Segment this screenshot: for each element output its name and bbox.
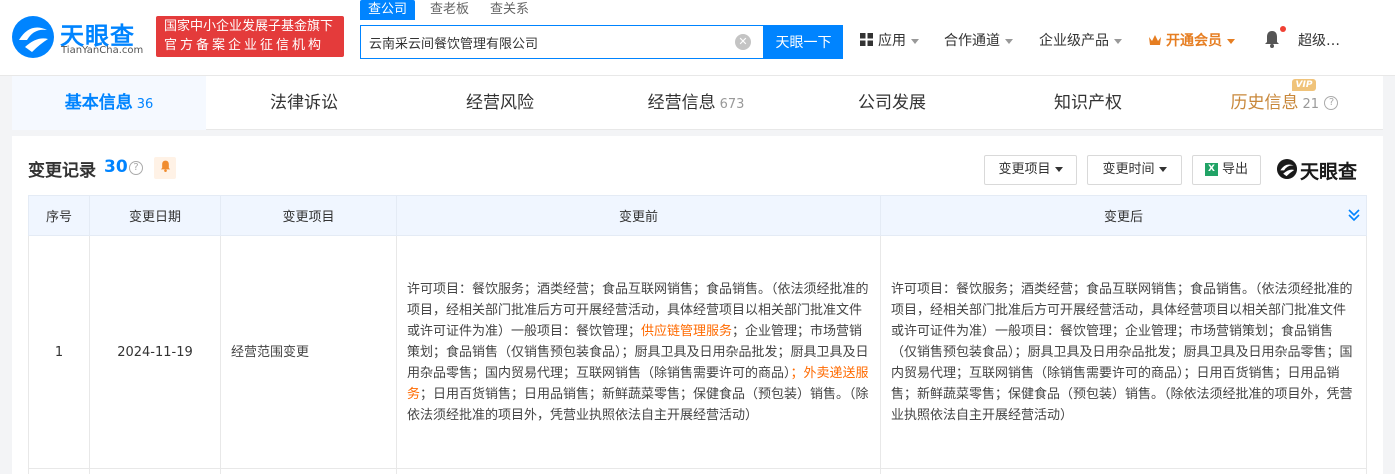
change-record-card: 变更记录 30 ? 变更项目 变更时间 X 导出 天眼查 序号 变更日期 变更项… (12, 136, 1383, 474)
before-text: ；日用百货销售；日用品销售；新鲜蔬菜零售；保健食品（预包装）销售。（除依法须经批… (407, 386, 869, 423)
grid-icon (860, 33, 873, 46)
tab-count: 36 (136, 97, 154, 112)
nav-apps[interactable]: 应用 (860, 30, 919, 52)
bell-icon (1265, 31, 1279, 48)
tab-count: 21 (1302, 97, 1320, 112)
nav-channels[interactable]: 合作通道 (944, 30, 1013, 52)
search-box: ✕ (360, 25, 764, 59)
filter-item-label: 变更项目 (998, 162, 1051, 177)
tab-label: 基本信息 (64, 93, 133, 113)
tab-label: 法律诉讼 (270, 93, 338, 113)
removed-highlight: 供应链管理服务 (641, 323, 733, 339)
cell-empty (880, 468, 1367, 474)
filter-item-dropdown[interactable]: 变更项目 (984, 155, 1077, 185)
col-header-item: 变更项目 (220, 195, 397, 236)
col-header-after-label: 变更后 (1103, 210, 1143, 225)
logo-subtitle: TianYanCha.com (61, 45, 144, 56)
tab-legal[interactable]: 法律诉讼 (206, 76, 402, 130)
chevron-down-icon (1227, 38, 1235, 44)
export-button[interactable]: X 导出 (1192, 155, 1261, 185)
table-header-row: 序号 变更日期 变更项目 变更前 变更后 (28, 195, 1367, 236)
search-tab-company[interactable]: 查公司 (360, 0, 416, 20)
user-menu[interactable]: 超级… (1298, 30, 1340, 52)
clear-icon[interactable]: ✕ (735, 34, 751, 50)
tab-ip[interactable]: 知识产权 (990, 76, 1186, 130)
filter-time-dropdown[interactable]: 变更时间 (1087, 155, 1182, 185)
nav-enterprise[interactable]: 企业级产品 (1039, 30, 1122, 52)
section-tabbar: 基本信息 36 法律诉讼 经营风险 经营信息 673 公司发展 知识产权 历史信息 2… (12, 76, 1383, 130)
tab-count: 673 (719, 97, 745, 112)
subscribe-bell-icon[interactable] (154, 157, 176, 179)
chevron-down-icon (1005, 38, 1013, 44)
tab-basic-info[interactable]: 基本信息 36 (12, 76, 206, 130)
tab-label: 历史信息 (1230, 93, 1299, 113)
badge-line-1: 国家中小企业发展子基金旗下 (164, 19, 334, 34)
cell-empty (220, 468, 397, 474)
chevron-down-icon (1158, 167, 1167, 172)
cell-after: 许可项目：餐饮服务；酒类经营；食品互联网销售；食品销售。（依法须经批准的项目，经… (880, 235, 1367, 469)
nav-enterprise-label: 企业级产品 (1039, 33, 1109, 49)
cell-empty (89, 468, 221, 474)
tab-label: 经营风险 (466, 93, 534, 113)
notification-button[interactable] (1264, 30, 1280, 52)
section-count: 30 (104, 157, 128, 177)
col-header-after: 变更后 (880, 195, 1367, 236)
col-header-before: 变更前 (396, 195, 881, 236)
table-row (28, 468, 1367, 474)
search-button[interactable]: 天眼一下 (764, 25, 843, 59)
nav-vip-label: 开通会员 (1166, 33, 1222, 49)
tianyancha-logo-icon (12, 16, 54, 58)
chevron-down-icon (1054, 167, 1063, 172)
tianyancha-logo-icon (1276, 158, 1298, 180)
tab-label: 知识产权 (1054, 93, 1122, 113)
cell-date: 2024-11-19 (89, 235, 221, 469)
nav-vip[interactable]: 开通会员 (1148, 30, 1235, 52)
search-tab-boss[interactable]: 查老板 (430, 0, 469, 20)
user-name: 超级… (1298, 33, 1340, 49)
official-badge: 国家中小企业发展子基金旗下 官方备案企业征信机构 (156, 16, 344, 57)
tab-label: 经营信息 (647, 93, 716, 113)
tab-history[interactable]: 历史信息 21 ? (1186, 76, 1383, 130)
table-row: 1 2024-11-19 经营范围变更 许可项目：餐饮服务；酒类经营；食品互联网… (28, 235, 1367, 469)
export-label: 导出 (1221, 162, 1248, 177)
cell-item: 经营范围变更 (220, 235, 397, 469)
nav-channels-label: 合作通道 (944, 33, 1000, 49)
search-input[interactable] (369, 26, 729, 58)
vip-tag: VIP (1292, 79, 1316, 91)
filter-time-label: 变更时间 (1102, 162, 1155, 177)
brand-text: 天眼查 (1300, 161, 1358, 183)
logo[interactable]: 天眼查 TianYanCha.com (10, 14, 150, 60)
top-header: 天眼查 TianYanCha.com 国家中小企业发展子基金旗下 官方备案企业征… (0, 0, 1395, 76)
col-header-date: 变更日期 (89, 195, 221, 236)
cell-empty (396, 468, 881, 474)
chevron-down-icon (1114, 38, 1122, 44)
badge-line-2: 官方备案企业征信机构 (164, 38, 325, 53)
help-icon[interactable]: ? (129, 161, 143, 175)
chevron-down-icon (911, 38, 919, 44)
cell-empty (28, 468, 90, 474)
tab-operation[interactable]: 经营信息 673 (598, 76, 794, 130)
excel-icon: X (1204, 163, 1218, 176)
col-header-index: 序号 (28, 195, 90, 236)
nav-apps-label: 应用 (878, 33, 906, 49)
tab-development[interactable]: 公司发展 (794, 76, 990, 130)
crown-icon (1149, 35, 1161, 45)
tab-risk[interactable]: 经营风险 (402, 76, 598, 130)
double-chevron-down-icon[interactable] (1348, 208, 1360, 222)
cell-before: 许可项目：餐饮服务；酒类经营；食品互联网销售；食品销售。（依法须经批准的项目，经… (396, 235, 881, 469)
change-record-table: 序号 变更日期 变更项目 变更前 变更后 1 2024-11-19 经营范围变更… (28, 195, 1367, 474)
help-icon[interactable]: ? (1324, 96, 1339, 110)
cell-index: 1 (28, 235, 90, 469)
section-title: 变更记录 (28, 161, 96, 181)
notification-dot (1280, 26, 1286, 32)
search-tab-relation[interactable]: 查关系 (490, 0, 529, 20)
tab-label: 公司发展 (858, 93, 926, 113)
